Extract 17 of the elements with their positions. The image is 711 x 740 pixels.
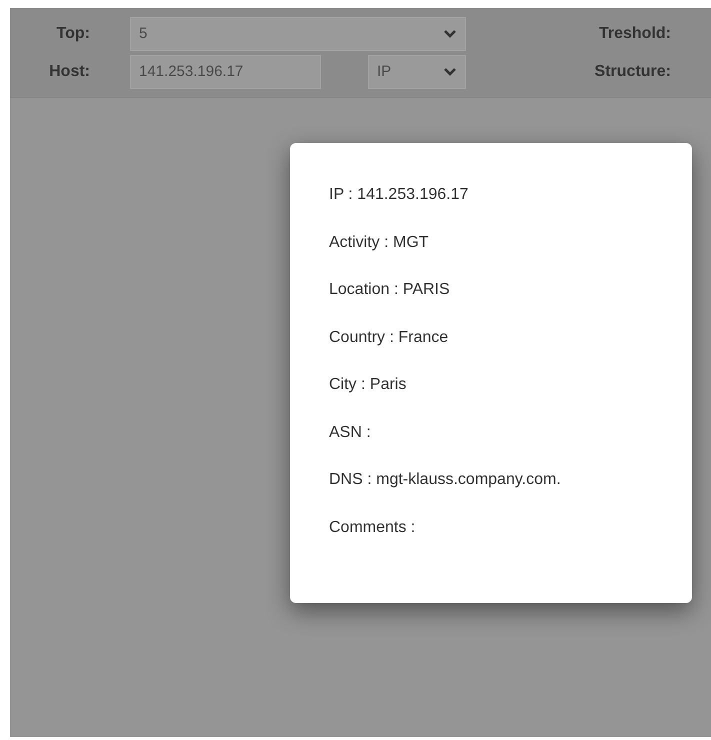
info-text: ASN : [329, 422, 372, 442]
field-label: Treshold: [598, 24, 672, 44]
host-field[interactable]: 141.253.196.17 [130, 55, 321, 89]
chevron-down-icon [443, 67, 457, 77]
chevron-down-icon [443, 29, 457, 39]
field-label: Structure: [594, 62, 672, 82]
info-text: Location : PARIS [329, 280, 451, 300]
info-text: Country : France [329, 328, 450, 348]
info-text: DNS : mgt-klauss.company.com. [329, 470, 562, 490]
info-text: IP : 141.253.196.17 [329, 185, 470, 205]
info-text: Activity : MGT [329, 232, 430, 252]
dropdown[interactable]: IP [368, 55, 466, 89]
dropdown[interactable]: 5 [130, 17, 466, 51]
info-text: City : Paris [329, 375, 408, 395]
field-label: Host: [48, 62, 90, 82]
field-label: Top: [56, 24, 90, 44]
info-text: Comments : [329, 518, 416, 538]
